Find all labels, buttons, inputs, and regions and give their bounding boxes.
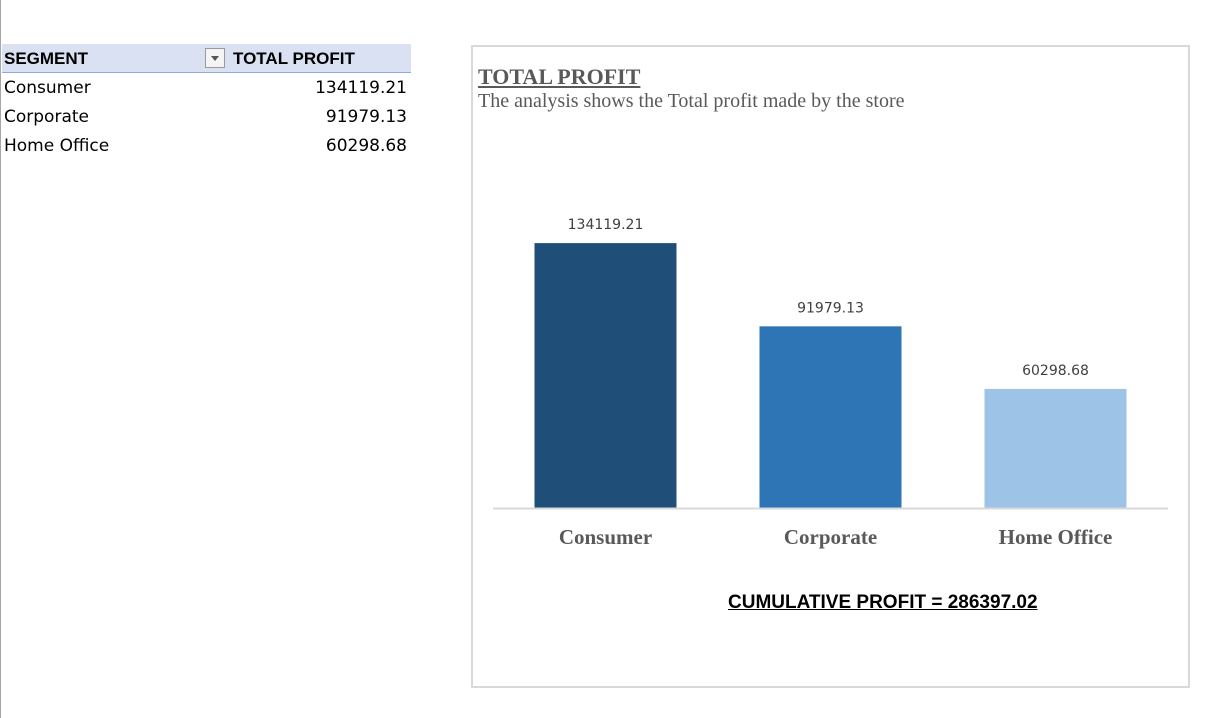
- cumulative-profit-label: CUMULATIVE PROFIT = 286397.02: [728, 592, 1038, 613]
- data-label: 91979.13: [797, 300, 864, 316]
- x-tick-label: Home Office: [999, 525, 1113, 549]
- bar-home-office[interactable]: [984, 388, 1127, 508]
- x-tick-label: Consumer: [559, 525, 652, 549]
- spreadsheet: SEGMENT TOTAL PROFIT Consumer 134119.21 …: [0, 0, 1212, 718]
- data-label: 134119.21: [568, 217, 644, 233]
- bar-corporate[interactable]: [759, 326, 902, 508]
- bar-consumer[interactable]: [534, 243, 677, 508]
- x-tick-label: Corporate: [784, 525, 877, 549]
- data-label: 60298.68: [1022, 363, 1089, 379]
